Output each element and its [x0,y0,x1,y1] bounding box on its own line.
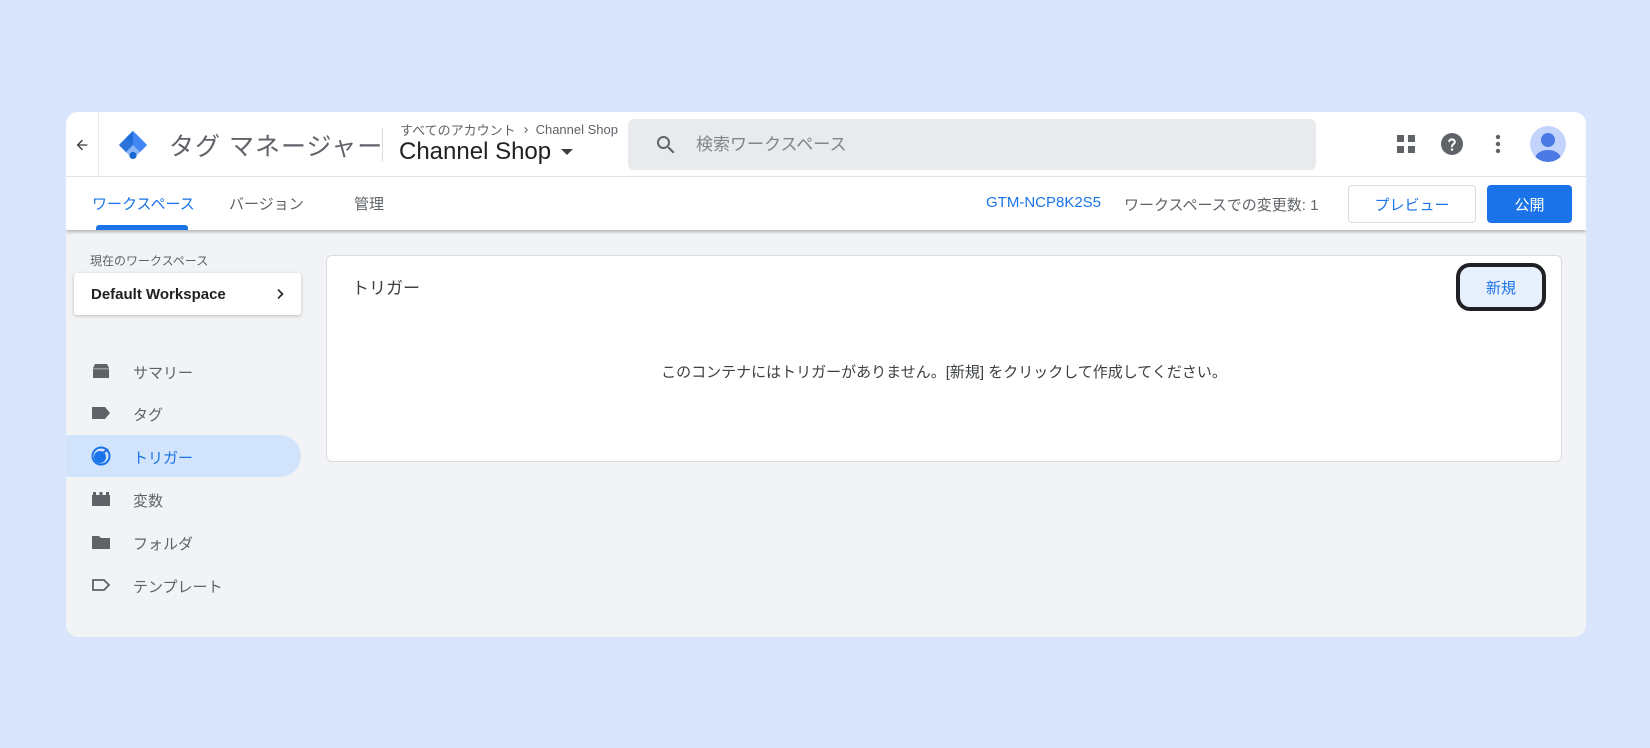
template-icon [92,579,111,591]
sidebar-item-label: 変数 [133,493,164,510]
sidebar-item-label: タグ [133,407,164,424]
sidebar-item-folders[interactable]: フォルダ [66,521,301,563]
top-icons [1380,124,1566,164]
search-bar[interactable] [628,119,1316,170]
page-title: トリガー [352,279,420,298]
apps-button[interactable] [1386,124,1426,164]
overview-icon [93,364,109,378]
sidebar-item-variables[interactable]: 変数 [66,478,301,520]
help-icon [1441,133,1463,155]
more-vert-icon [1495,134,1501,154]
search-input[interactable] [696,134,1256,155]
tab-workspace[interactable]: ワークスペース [92,177,195,230]
sidebar-item-templates[interactable]: テンプレート [66,564,301,606]
user-avatar-icon [1535,133,1561,162]
app-title: タグ マネージャー [169,133,384,161]
trigger-icon [91,446,111,466]
folder-icon [92,536,110,549]
chevron-right-icon [277,288,284,300]
sub-navigation: ワークスペース バージョン 管理 GTM-NCP8K2S5 ワークスペースでの変… [66,177,1586,230]
sidebar-item-label: フォルダ [133,536,194,553]
triggers-card: トリガー 新規 このコンテナにはトリガーがありません。[新規] をクリックして作… [326,255,1562,462]
workspace-name: Default Workspace [91,285,226,303]
sidebar-item-triggers[interactable]: トリガー [66,435,301,477]
tab-admin[interactable]: 管理 [354,177,384,230]
back-button[interactable] [66,112,99,177]
more-options-button[interactable] [1478,124,1518,164]
sidebar-item-tags[interactable]: タグ [66,392,301,434]
new-trigger-button[interactable]: 新規 [1456,263,1546,311]
account-avatar[interactable] [1530,126,1566,162]
empty-state-message: このコンテナにはトリガーがありません。[新規] をクリックして作成してください。 [661,364,1227,381]
gtm-window: タグ マネージャー すべてのアカウント Channel Shop Channel… [66,112,1586,637]
preview-button[interactable]: プレビュー [1348,185,1476,223]
container-id-link[interactable]: GTM-NCP8K2S5 [986,194,1101,211]
chevron-right-icon [523,126,528,133]
workspace-selector[interactable]: Default Workspace [74,273,301,315]
workspace-changes-count: ワークスペースでの変更数: 1 [1124,197,1319,214]
sidebar-item-label: サマリー [133,365,194,382]
sidebar-item-overview[interactable]: サマリー [66,350,301,392]
active-tab-indicator [96,225,188,230]
tab-versions[interactable]: バージョン [229,177,304,230]
sidebar-item-label: トリガー [133,450,194,467]
arrow-back-icon [76,139,88,150]
container-selector[interactable]: Channel Shop [399,138,574,166]
apps-grid-icon [1397,135,1415,153]
search-icon [657,135,675,153]
breadcrumb-account[interactable]: Channel Shop [536,122,618,137]
current-workspace-label: 現在のワークスペース [90,254,209,268]
tag-icon [92,407,110,419]
container-name: Channel Shop [399,138,552,165]
breadcrumb: すべてのアカウント Channel Shop [400,120,618,139]
tag-manager-logo-icon [118,130,148,160]
breadcrumb-all-accounts[interactable]: すべてのアカウント [400,120,516,139]
top-app-bar: タグ マネージャー すべてのアカウント Channel Shop Channel… [66,112,1586,177]
publish-button[interactable]: 公開 [1487,185,1572,223]
header-divider [382,128,383,162]
sidebar-item-label: テンプレート [133,579,223,596]
dropdown-arrow-icon [561,149,574,155]
variables-icon [92,492,110,506]
help-button[interactable] [1432,124,1472,164]
